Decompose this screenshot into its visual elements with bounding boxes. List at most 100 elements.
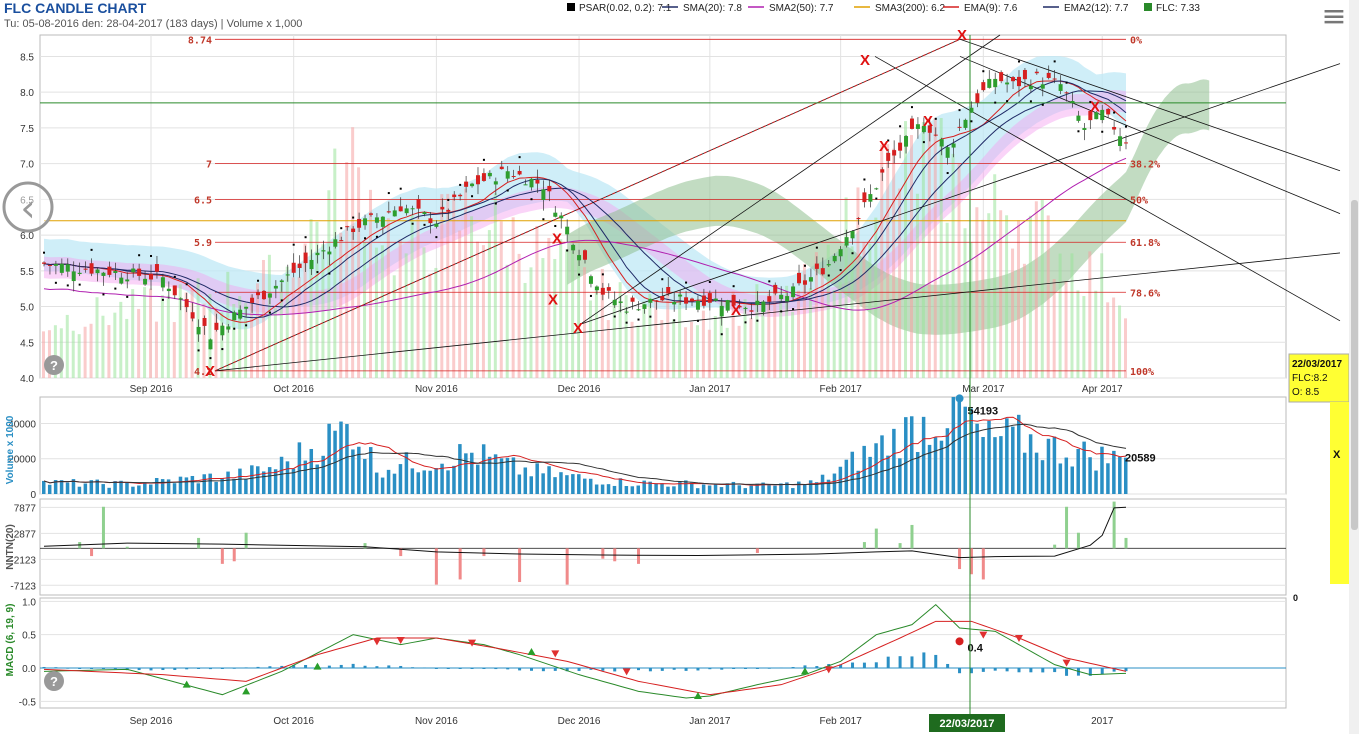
psar-dot	[221, 348, 224, 351]
candle-body	[773, 284, 778, 294]
price-volume-bar	[1064, 281, 1068, 378]
price-volume-bar	[927, 128, 931, 378]
macd-histogram-bar	[672, 668, 676, 670]
candle-body	[220, 325, 225, 336]
psar-dot	[863, 178, 866, 181]
candle-body	[1076, 115, 1081, 121]
macd-tick-label: 0.5	[22, 631, 36, 642]
psar-dot	[280, 299, 283, 302]
volume-bar	[1005, 418, 1009, 494]
candle-body	[422, 212, 427, 215]
candle-body	[1005, 82, 1010, 85]
volume-bar	[309, 448, 314, 494]
prev-nav-button[interactable]: ‹	[2, 181, 54, 233]
psar-dot	[447, 198, 450, 201]
psar-dot	[685, 281, 688, 284]
volume-bar	[464, 453, 468, 494]
psar-dot	[1065, 81, 1068, 84]
candle-body	[880, 169, 885, 173]
price-tick-label: 8.0	[20, 88, 34, 99]
price-volume-bar	[945, 222, 949, 378]
macd-histogram-bar	[78, 668, 82, 669]
price-volume-bar	[464, 188, 468, 378]
volume-bar	[172, 483, 177, 494]
volume-bar	[374, 472, 379, 494]
psar-dot	[899, 125, 902, 128]
volume-bar	[672, 486, 676, 494]
volume-bar	[600, 484, 605, 494]
psar-dot	[54, 281, 57, 284]
price-volume-bar	[363, 242, 367, 378]
price-volume-bar	[838, 282, 842, 378]
macd-histogram-bar	[399, 665, 403, 668]
scrollbar-thumb[interactable]	[1351, 200, 1358, 530]
volume-bar	[660, 483, 664, 494]
candle-body	[850, 231, 855, 239]
candle-body	[909, 118, 914, 129]
price-volume-bar	[107, 325, 111, 378]
volume-bar	[606, 484, 611, 494]
candle-body	[755, 300, 760, 305]
nntn-bar	[434, 548, 438, 585]
candle-body	[535, 179, 540, 184]
psar-dot	[197, 349, 200, 352]
nntn-bar	[232, 548, 236, 562]
psar-dot	[78, 283, 81, 286]
volume-bar	[47, 484, 52, 494]
menu-icon[interactable]: ≡	[1318, 0, 1350, 34]
volume-bar	[232, 478, 236, 494]
help-button-bottom[interactable]: ?	[44, 671, 64, 691]
candle-body	[826, 264, 831, 266]
price-volume-bar	[672, 319, 676, 378]
price-tick-label: 5.5	[20, 267, 34, 278]
macd-histogram-bar	[1100, 668, 1104, 675]
candle-body	[1011, 77, 1016, 82]
candle-body	[583, 250, 587, 260]
price-volume-bar	[1100, 253, 1104, 378]
candle-body	[523, 184, 528, 186]
volume-bar	[297, 442, 302, 494]
candle-body	[832, 255, 837, 262]
legend-label: SMA3(200): 6.2	[875, 3, 945, 14]
bottom-x-label: Jan 2017	[689, 716, 731, 727]
candle-body	[1106, 108, 1111, 115]
price-volume-bar	[1094, 290, 1098, 378]
psar-dot	[792, 308, 795, 311]
chevron-left-icon: ‹	[20, 186, 35, 230]
macd-histogram-bar	[446, 668, 450, 669]
nntn-tick-label: 2877	[14, 529, 37, 540]
help-button-top[interactable]: ?	[44, 355, 64, 375]
candle-body	[256, 292, 261, 296]
volume-bar	[999, 436, 1003, 494]
candle-body	[226, 326, 231, 330]
candle-body	[654, 300, 659, 302]
psar-dot	[649, 315, 652, 318]
price-volume-bar	[535, 225, 539, 378]
candle-body	[1100, 109, 1105, 121]
volume-bar	[196, 483, 201, 494]
candle-body	[672, 301, 677, 305]
volume-bar	[553, 477, 557, 494]
price-tick-label: 6.0	[20, 231, 34, 242]
macd-histogram-bar	[637, 668, 641, 671]
candle-body	[398, 206, 403, 212]
nntn-bar	[862, 542, 866, 549]
volume-bar	[701, 484, 706, 494]
price-volume-bar	[553, 258, 557, 378]
candle-body	[797, 272, 802, 284]
price-volume-bar	[333, 148, 337, 378]
nntn-tick-label: 7877	[14, 503, 37, 514]
volume-bar	[315, 464, 319, 494]
volume-bar	[767, 485, 771, 494]
volume-bar	[666, 486, 670, 494]
price-tick-label: 8.5	[20, 52, 34, 63]
volume-bar	[446, 470, 450, 494]
volume-bar	[1034, 452, 1039, 494]
volume-bar	[547, 466, 551, 494]
candle-body	[59, 263, 64, 273]
price-volume-bar	[820, 267, 824, 378]
psar-dot	[768, 280, 771, 283]
fib-pct-label: 100%	[1130, 367, 1154, 378]
price-volume-bar	[166, 295, 170, 378]
nntn-axis-title: NNTN(20)	[5, 524, 16, 570]
